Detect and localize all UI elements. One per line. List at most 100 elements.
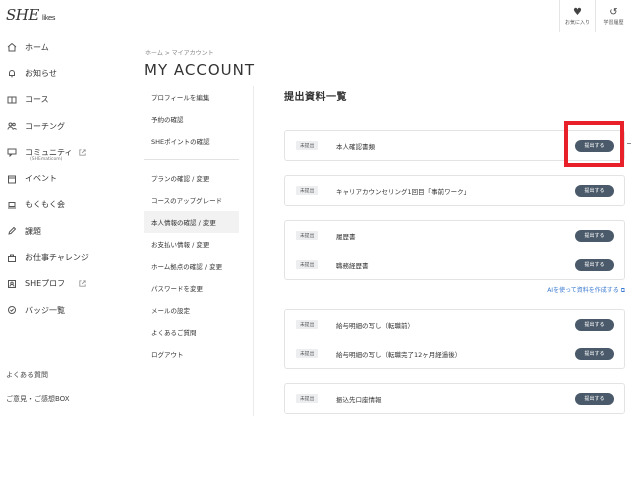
document-row: 未提出 給与明細の写し（転職完了12ヶ月経過後） 提出する [285, 339, 624, 368]
sidebar: ホーム お知らせ コース コーチング コミュニティ (SHEmaticom) イ… [0, 34, 120, 323]
external-link-icon [79, 149, 86, 156]
document-label: 給与明細の写し（転職前） [336, 321, 414, 330]
document-card: 未提出 振込先口座情報 提出する [284, 383, 625, 414]
status-badge: 未提出 [296, 320, 319, 329]
sidebar-item-event[interactable]: イベント [0, 165, 120, 191]
status-badge: 未提出 [296, 231, 319, 240]
menu-divider [144, 159, 239, 160]
document-card: 未提出 キャリアカウンセリング1回目「事前ワーク」 提出する [284, 175, 625, 206]
page-title: MY ACCOUNT [144, 61, 255, 79]
document-label: 職務経歴書 [336, 261, 369, 270]
sidebar-item-job-challenge[interactable]: お仕事チャレンジ [0, 244, 120, 270]
history-label: 学習履歴 [603, 19, 624, 26]
bell-icon [6, 68, 17, 79]
sidebar-item-home[interactable]: ホーム [0, 34, 120, 60]
account-menu-item[interactable]: ホーム拠点の確認 / 変更 [144, 255, 239, 277]
status-badge: 未提出 [296, 394, 319, 403]
submit-button[interactable]: 提出する [575, 184, 614, 197]
document-card: 未提出 給与明細の写し（転職前） 提出する 未提出 給与明細の写し（転職完了12… [284, 309, 625, 369]
account-menu-item[interactable]: お支払い情報 / 変更 [144, 233, 239, 255]
people-icon [6, 121, 17, 132]
highlight-box [564, 121, 624, 167]
document-label: 振込先口座情報 [336, 395, 382, 404]
document-row: 未提出 振込先口座情報 提出する [285, 384, 624, 413]
bag-icon [6, 252, 17, 263]
sidebar-item-label: コーチング [25, 121, 65, 131]
account-menu-item-active[interactable]: 本人情報の確認 / 変更 [144, 211, 239, 233]
pencil-icon [6, 226, 17, 237]
account-menu-item[interactable]: プロフィールを編集 [144, 86, 239, 108]
sidebar-item-course[interactable]: コース [0, 87, 120, 113]
sidebar-item-news[interactable]: お知らせ [0, 60, 120, 86]
submit-button[interactable]: 提出する [575, 392, 614, 405]
external-link-icon: ⧉ [620, 287, 625, 294]
sidebar-item-label: お知らせ [25, 68, 57, 78]
sidebar-item-label: ホーム [25, 42, 49, 52]
heart-icon: ♥ [573, 6, 582, 18]
logo-sub: likes [41, 14, 56, 22]
submit-button[interactable]: 提出する [575, 258, 614, 271]
sidebar-item-label: もくもく会 [25, 200, 65, 210]
history-icon: ↺ [609, 6, 618, 18]
sidebar-item-community[interactable]: コミュニティ (SHEmaticom) [0, 139, 120, 165]
badge-icon [6, 305, 17, 316]
sidebar-item-mokumoku[interactable]: もくもく会 [0, 192, 120, 218]
top-actions: ♥ お気に入り ↺ 学習履歴 [559, 0, 631, 32]
breadcrumb[interactable]: ホーム > マイアカウント [145, 48, 214, 57]
favorites-label: お気に入り [564, 19, 590, 26]
account-menu-item[interactable]: パスワードを変更 [144, 277, 239, 299]
account-menu-item[interactable]: コースのアップグレード [144, 189, 239, 211]
submit-button[interactable]: 提出する [575, 318, 614, 331]
sidebar-item-label: SHEプロフ [25, 279, 66, 289]
document-card: 未提出 履歴書 提出する 未提出 職務経歴書 提出する [284, 220, 625, 280]
document-label: 本人確認書類 [336, 142, 375, 151]
document-label: キャリアカウンセリング1回目「事前ワーク」 [336, 187, 471, 196]
content-divider [253, 86, 254, 416]
sidebar-item-label: コース [25, 95, 49, 105]
app-logo[interactable]: SHE likes [6, 6, 55, 24]
account-menu-item[interactable]: メールの設定 [144, 299, 239, 321]
external-link-icon [79, 280, 86, 287]
ai-link-label: AIを使って資料を作成する [547, 287, 619, 294]
calendar-icon [6, 173, 17, 184]
faq-link[interactable]: よくある質問 [6, 370, 48, 380]
status-badge: 未提出 [296, 186, 319, 195]
book-icon [6, 94, 17, 105]
chat-icon [6, 147, 17, 158]
account-menu-item[interactable]: プランの確認 / 変更 [144, 167, 239, 189]
document-label: 給与明細の写し（転職完了12ヶ月経過後） [336, 350, 462, 359]
sidebar-item-label: お仕事チャレンジ [25, 253, 89, 263]
history-button[interactable]: ↺ 学習履歴 [595, 0, 631, 32]
scroll-indicator [627, 143, 631, 144]
document-row: 未提出 給与明細の写し（転職前） 提出する [285, 310, 624, 339]
status-badge: 未提出 [296, 260, 319, 269]
section-title: 提出資料一覧 [284, 92, 347, 103]
ai-create-document-link[interactable]: AIを使って資料を作成する ⧉ [547, 285, 625, 295]
document-label: 履歴書 [336, 232, 356, 241]
account-menu-item[interactable]: よくあるご質問 [144, 321, 239, 343]
submit-button[interactable]: 提出する [575, 229, 614, 242]
feedback-link[interactable]: ご意見・ご感想BOX [6, 394, 70, 404]
document-row: 未提出 履歴書 提出する [285, 221, 624, 250]
sidebar-item-label: イベント [25, 174, 57, 184]
sidebar-item-label: バッジ一覧 [25, 305, 65, 315]
sidebar-item-sublabel: (SHEmaticom) [30, 157, 63, 163]
laptop-icon [6, 199, 17, 210]
favorites-button[interactable]: ♥ お気に入り [559, 0, 595, 32]
sidebar-item-she-profile[interactable]: SHEプロフ [0, 271, 120, 297]
sidebar-item-label: 課題 [25, 226, 41, 236]
account-menu-item[interactable]: SHEポイントの確認 [144, 130, 239, 152]
sidebar-item-coaching[interactable]: コーチング [0, 113, 120, 139]
document-row: 未提出 キャリアカウンセリング1回目「事前ワーク」 提出する [285, 176, 624, 205]
document-row: 未提出 職務経歴書 提出する [285, 250, 624, 279]
profile-icon [6, 278, 17, 289]
account-menu-item[interactable]: ログアウト [144, 343, 239, 365]
sidebar-item-badges[interactable]: バッジ一覧 [0, 297, 120, 323]
account-menu-item[interactable]: 予約の確認 [144, 108, 239, 130]
home-icon [6, 42, 17, 53]
sidebar-item-assignment[interactable]: 課題 [0, 218, 120, 244]
logo-main: SHE [6, 6, 39, 24]
submit-button[interactable]: 提出する [575, 347, 614, 360]
status-badge: 未提出 [296, 141, 319, 150]
status-badge: 未提出 [296, 349, 319, 358]
